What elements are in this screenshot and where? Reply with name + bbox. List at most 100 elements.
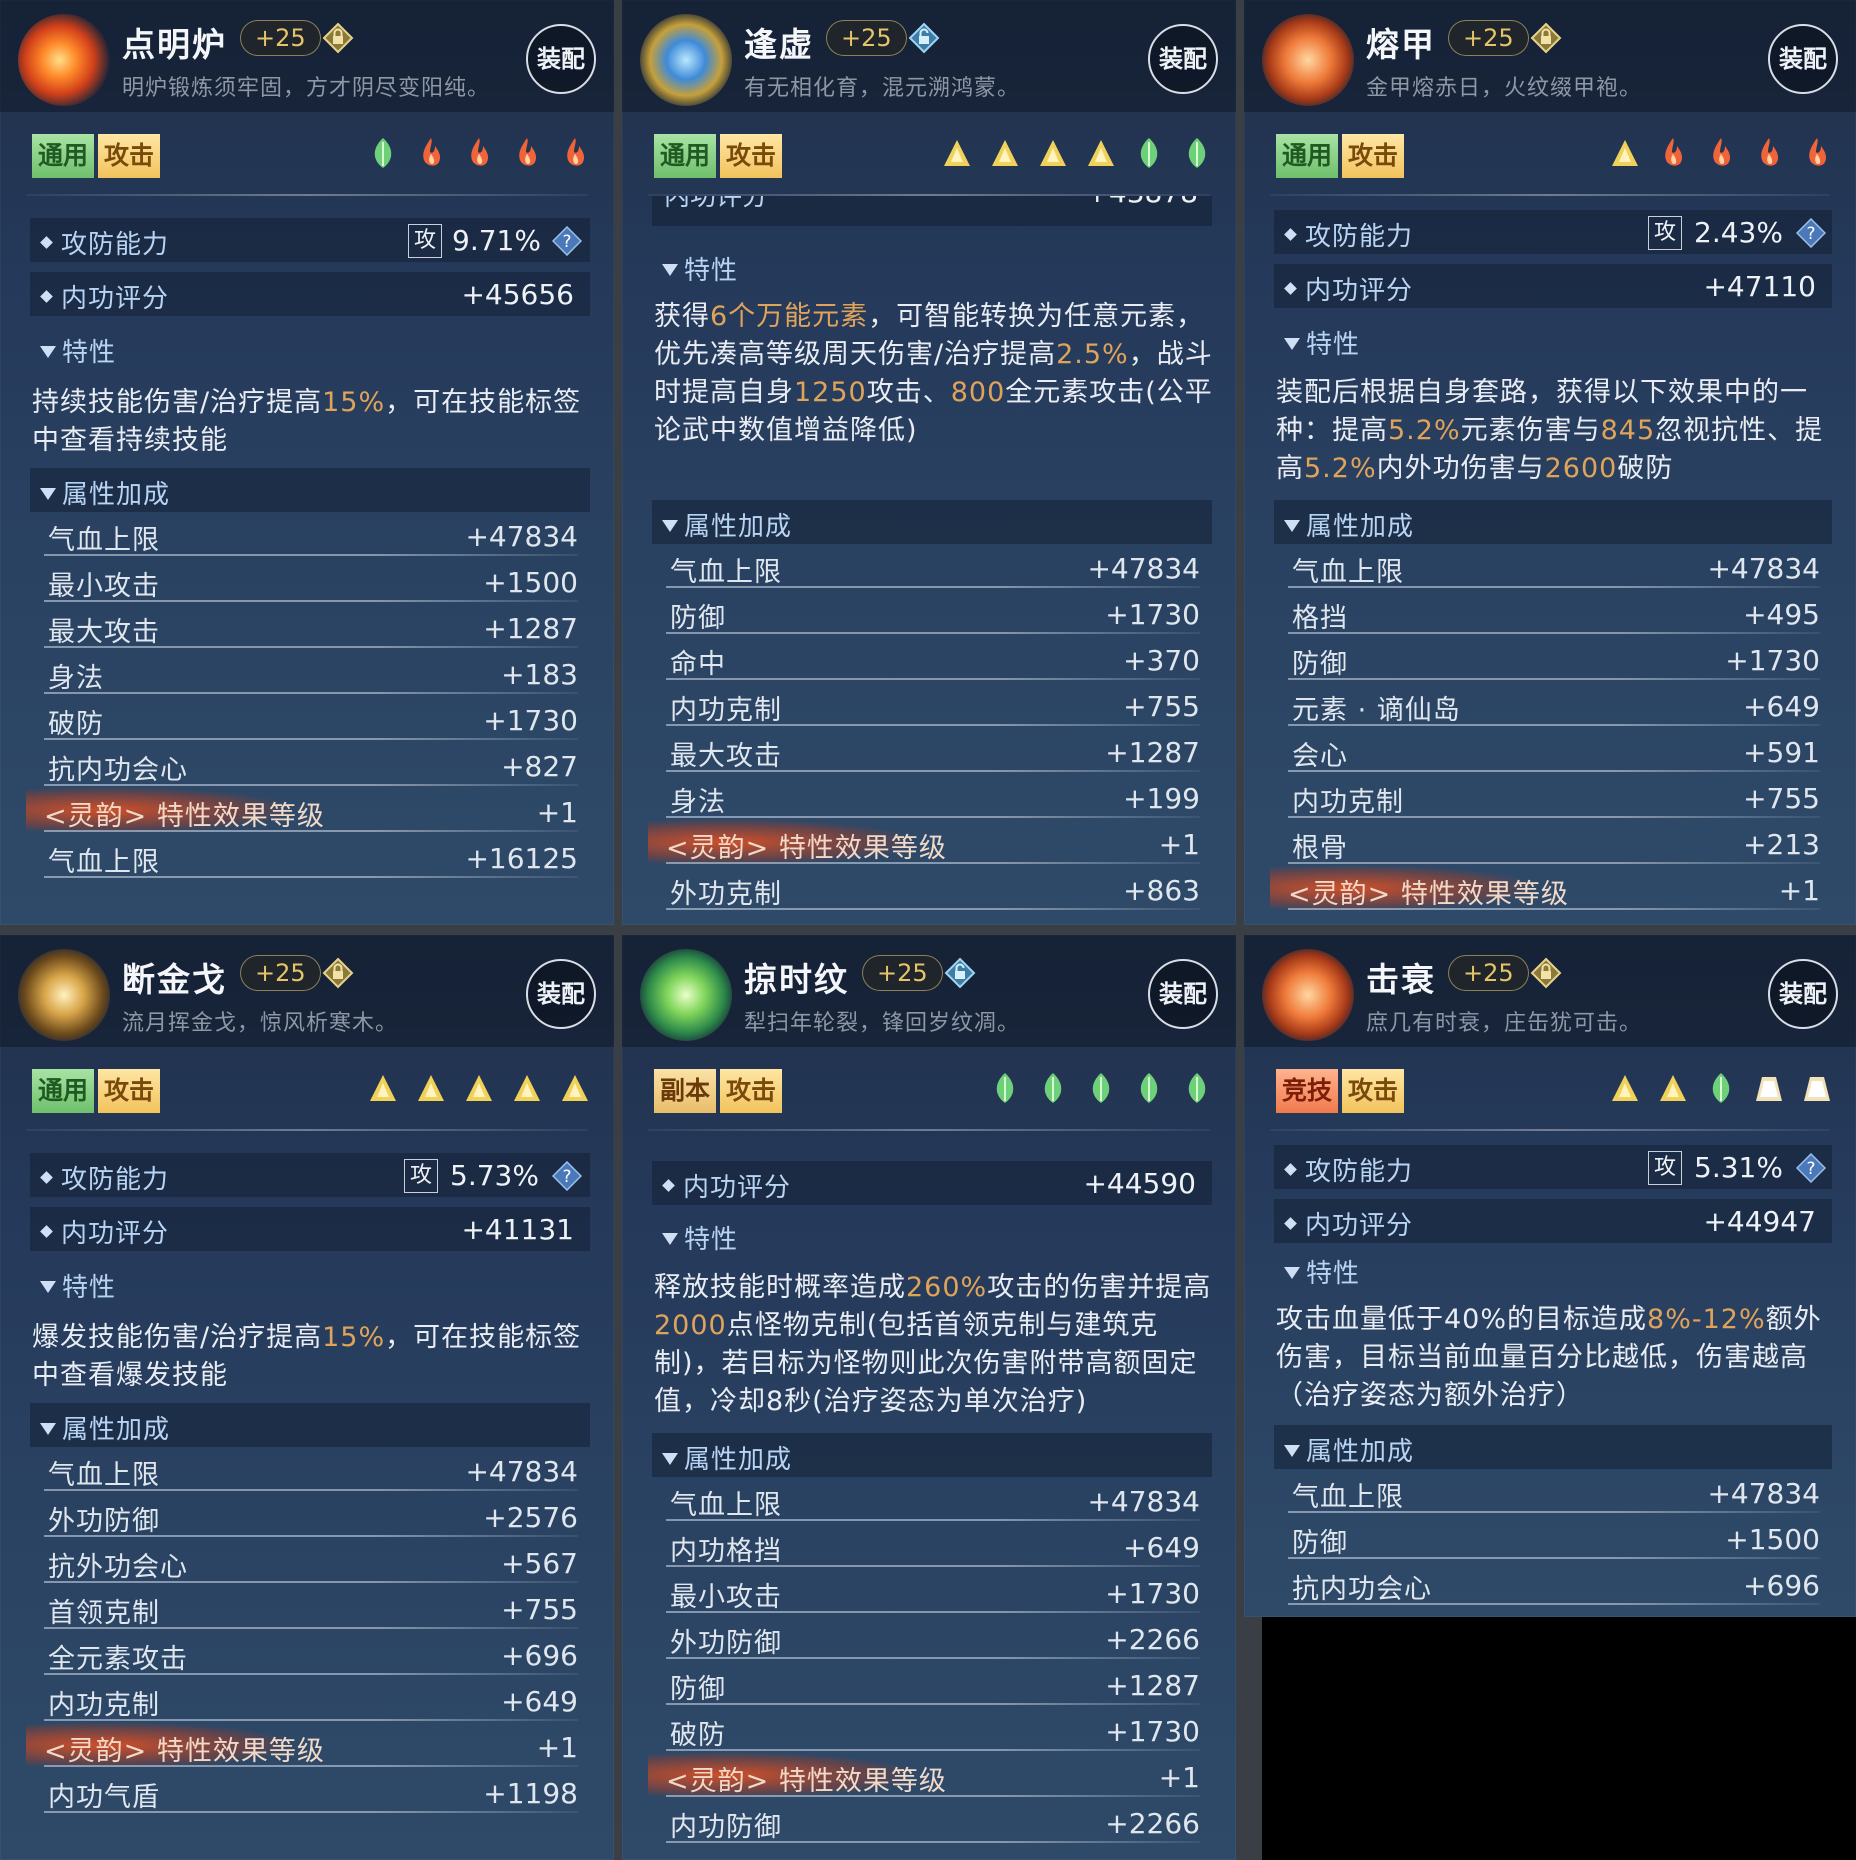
attr-row: 身法 +199 <box>666 778 1200 818</box>
attr-bonus-header[interactable]: 属性加成 <box>1284 1431 1414 1468</box>
leaf-element-icon <box>1134 136 1164 170</box>
trait-section-header[interactable]: 特性 <box>1284 324 1360 361</box>
attr-value: +199 <box>1123 782 1200 815</box>
lock-icon[interactable] <box>1530 22 1562 54</box>
mountain-element-icon <box>1086 136 1116 170</box>
tag-attack: 攻击 <box>1342 1069 1405 1113</box>
equip-button[interactable]: 装配 <box>1768 959 1838 1029</box>
leaf-element-icon <box>368 136 398 170</box>
equip-button[interactable]: 装配 <box>526 959 596 1029</box>
attr-value: +649 <box>501 1685 578 1718</box>
trait-text: 获得6个万能元素，可智能转换为任意元素，优先凑高等级周天伤害/治疗提高2.5%，… <box>654 298 1216 450</box>
trait-highlight: 845 <box>1600 415 1656 446</box>
equip-button[interactable]: 装配 <box>1148 24 1218 94</box>
attack-defense-value: 5.31% <box>1694 1151 1783 1184</box>
lock-icon[interactable] <box>908 22 940 54</box>
trait-section-header[interactable]: 特性 <box>1284 1253 1360 1290</box>
attr-value: +1730 <box>1105 1577 1200 1610</box>
leaf-element-icon <box>1038 1071 1068 1105</box>
leaf-element-icon <box>1706 1071 1736 1105</box>
lock-icon[interactable] <box>1530 957 1562 989</box>
attr-name: 内功克制 <box>48 1690 160 1721</box>
attr-row: 抗内功会心 +696 <box>1288 1565 1820 1605</box>
lock-icon[interactable] <box>322 957 354 989</box>
trait-highlight: 2000 <box>654 1310 727 1341</box>
divider <box>26 1129 588 1131</box>
lingyun-effect-row: <灵韵> 特性效果等级 +1 <box>648 1753 1200 1797</box>
attr-value: +1730 <box>1105 598 1200 631</box>
tag-list: 通用 攻击 <box>654 134 783 178</box>
row-underline <box>44 1719 578 1721</box>
trait-text: 装配后根据自身套路，获得以下效果中的一种：提高5.2%元素伤害与845忽视抗性、… <box>1276 374 1836 488</box>
trait-segment: 爆发技能伤害/治疗提高 <box>32 1322 323 1353</box>
lock-icon[interactable] <box>944 957 976 989</box>
neigong-score-value: +47110 <box>1703 270 1816 303</box>
leaf-element-icon <box>1182 1071 1212 1105</box>
row-underline <box>44 692 578 694</box>
help-icon[interactable]: ? <box>552 226 582 256</box>
divider <box>1270 194 1830 196</box>
trait-section-header[interactable]: 特性 <box>40 332 116 369</box>
trait-segment: 点怪物克制(包括首领克制与建筑克制)，若目标为怪物则此次伤害附带高额固定值，冷却… <box>654 1310 1198 1417</box>
attr-name: <灵韵> 特性效果等级 <box>44 801 325 832</box>
trait-segment: 释放技能时概率造成 <box>654 1272 906 1303</box>
help-icon[interactable]: ? <box>1796 218 1826 248</box>
neigong-score-value: +44590 <box>1083 1167 1196 1200</box>
help-icon[interactable]: ? <box>1796 1153 1826 1183</box>
attr-value: +1500 <box>1725 1523 1820 1556</box>
row-underline <box>44 1627 578 1629</box>
attr-bonus-header[interactable]: 属性加成 <box>40 1409 170 1446</box>
attr-bonus-header[interactable]: 属性加成 <box>40 474 170 511</box>
tag-attack: 攻击 <box>720 1069 783 1113</box>
trait-segment: 持续技能伤害/治疗提高 <box>32 387 323 418</box>
tag-general: 通用 <box>32 134 95 178</box>
attr-row: 外功防御 +2576 <box>44 1497 578 1537</box>
attr-row: 气血上限 +47834 <box>1288 548 1820 588</box>
row-underline <box>44 830 578 832</box>
help-icon[interactable]: ? <box>552 1161 582 1191</box>
attr-value: +755 <box>1123 690 1200 723</box>
trait-highlight: 5.2% <box>1388 415 1461 446</box>
item-name: 点明炉 <box>122 25 227 64</box>
element-list <box>1610 1071 1832 1105</box>
lock-icon[interactable] <box>322 22 354 54</box>
trait-text: 持续技能伤害/治疗提高15%，可在技能标签中查看持续技能 <box>32 384 594 460</box>
neigong-score-label: 内功评分 <box>662 1167 791 1204</box>
equip-button[interactable]: 装配 <box>1768 24 1838 94</box>
attr-name: 气血上限 <box>670 557 782 588</box>
trait-highlight: 2.5% <box>1056 339 1129 370</box>
row-underline <box>44 1811 578 1813</box>
attr-row: 内功格挡 +649 <box>666 1527 1200 1567</box>
row-underline <box>1288 1603 1820 1605</box>
attr-name: 内功防御 <box>670 1812 782 1843</box>
trait-text: 释放技能时概率造成260%攻击的伤害并提高 2000点怪物克制(包括首领克制与建筑… <box>654 1269 1216 1421</box>
lingyun-effect-row: <灵韵> 特性效果等级 +1 <box>1270 866 1820 910</box>
row-underline <box>44 738 578 740</box>
attr-bonus-header[interactable]: 属性加成 <box>1284 506 1414 543</box>
gem-gold-icon <box>18 949 110 1041</box>
row-underline <box>1288 724 1820 726</box>
mountain-element-icon <box>512 1071 542 1105</box>
equip-button[interactable]: 装配 <box>526 24 596 94</box>
trait-section-header[interactable]: 特性 <box>662 250 738 287</box>
equip-button[interactable]: 装配 <box>1148 959 1218 1029</box>
trait-highlight: 260% <box>906 1272 988 1303</box>
row-underline <box>44 1535 578 1537</box>
attr-value: +863 <box>1123 874 1200 907</box>
attr-name: 气血上限 <box>48 847 160 878</box>
row-underline <box>666 1841 1200 1843</box>
neigong-score-label: 内功评分 <box>1284 1205 1413 1242</box>
leaf-element-icon <box>1182 136 1212 170</box>
trait-highlight: 6个万能元素 <box>710 301 869 332</box>
attr-bonus-header[interactable]: 属性加成 <box>662 1439 792 1476</box>
trait-section-header[interactable]: 特性 <box>40 1267 116 1304</box>
leaf-element-icon <box>1134 1071 1164 1105</box>
attr-bonus-header[interactable]: 属性加成 <box>662 506 792 543</box>
attr-name: 内功克制 <box>670 695 782 726</box>
tag-list: 副本 攻击 <box>654 1069 783 1113</box>
element-list <box>1610 136 1832 170</box>
attr-value: +591 <box>1743 736 1820 769</box>
trait-section-header[interactable]: 特性 <box>662 1219 738 1256</box>
tag-attack: 攻击 <box>98 1069 161 1113</box>
attr-name: 最大攻击 <box>670 741 782 772</box>
